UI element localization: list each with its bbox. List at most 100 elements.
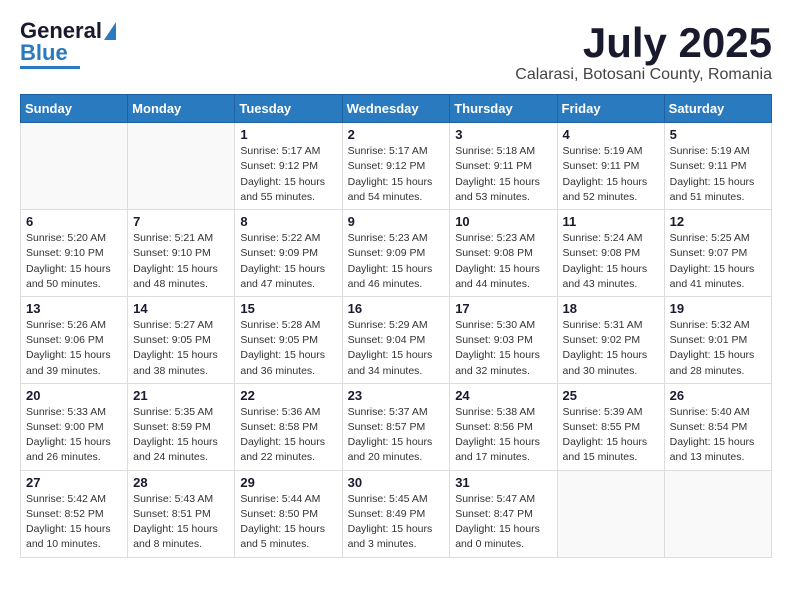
day-number: 1 xyxy=(240,127,336,142)
day-info: Sunrise: 5:43 AM Sunset: 8:51 PM Dayligh… xyxy=(133,492,229,553)
day-number: 19 xyxy=(670,301,766,316)
day-number: 23 xyxy=(348,388,445,403)
calendar-table: Sunday Monday Tuesday Wednesday Thursday… xyxy=(20,94,772,557)
calendar-day-cell xyxy=(557,470,664,557)
day-number: 13 xyxy=(26,301,122,316)
calendar-day-cell: 7Sunrise: 5:21 AM Sunset: 9:10 PM Daylig… xyxy=(128,210,235,297)
calendar-day-cell xyxy=(128,123,235,210)
day-info: Sunrise: 5:45 AM Sunset: 8:49 PM Dayligh… xyxy=(348,492,445,553)
day-info: Sunrise: 5:47 AM Sunset: 8:47 PM Dayligh… xyxy=(455,492,551,553)
day-number: 12 xyxy=(670,214,766,229)
calendar-day-cell: 5 Sunrise: 5:19 AM Sunset: 9:11 PM Daylig… xyxy=(664,123,771,210)
day-info: Sunrise: 5:25 AM Sunset: 9:07 PM Dayligh… xyxy=(670,231,766,292)
day-number: 24 xyxy=(455,388,551,403)
day-info: Sunrise: 5:31 AM Sunset: 9:02 PM Dayligh… xyxy=(563,318,659,379)
day-info: Sunrise: 5:37 AM Sunset: 8:57 PM Dayligh… xyxy=(348,405,445,466)
logo-blue: Blue xyxy=(20,42,68,64)
calendar-week-row: 20Sunrise: 5:33 AM Sunset: 9:00 PM Dayli… xyxy=(21,383,772,470)
location-subtitle: Calarasi, Botosani County, Romania xyxy=(515,66,772,84)
calendar-day-cell: 26 Sunrise: 5:40 AM Sunset: 8:54 PM Dayli… xyxy=(664,383,771,470)
col-wednesday: Wednesday xyxy=(342,95,450,123)
calendar-day-cell: 15 Sunrise: 5:28 AM Sunset: 9:05 PM Dayli… xyxy=(235,296,342,383)
logo: General Blue xyxy=(20,20,116,69)
calendar-day-cell: 24 Sunrise: 5:38 AM Sunset: 8:56 PM Dayli… xyxy=(450,383,557,470)
calendar-week-row: 1 Sunrise: 5:17 AM Sunset: 9:12 PM Daylig… xyxy=(21,123,772,210)
day-number: 31 xyxy=(455,475,551,490)
day-number: 2 xyxy=(348,127,445,142)
day-info: Sunrise: 5:24 AM Sunset: 9:08 PM Dayligh… xyxy=(563,231,659,292)
day-info: Sunrise: 5:40 AM Sunset: 8:54 PM Dayligh… xyxy=(670,405,766,466)
logo-general: General xyxy=(20,20,102,42)
day-info: Sunrise: 5:35 AM Sunset: 8:59 PM Dayligh… xyxy=(133,405,229,466)
day-number: 20 xyxy=(26,388,122,403)
calendar-day-cell: 25Sunrise: 5:39 AM Sunset: 8:55 PM Dayli… xyxy=(557,383,664,470)
day-info: Sunrise: 5:27 AM Sunset: 9:05 PM Dayligh… xyxy=(133,318,229,379)
calendar-day-cell: 27Sunrise: 5:42 AM Sunset: 8:52 PM Dayli… xyxy=(21,470,128,557)
day-number: 18 xyxy=(563,301,659,316)
day-number: 30 xyxy=(348,475,445,490)
calendar-day-cell: 2 Sunrise: 5:17 AM Sunset: 9:12 PM Daylig… xyxy=(342,123,450,210)
day-info: Sunrise: 5:20 AM Sunset: 9:10 PM Dayligh… xyxy=(26,231,122,292)
col-monday: Monday xyxy=(128,95,235,123)
calendar-day-cell: 21Sunrise: 5:35 AM Sunset: 8:59 PM Dayli… xyxy=(128,383,235,470)
calendar-day-cell: 12 Sunrise: 5:25 AM Sunset: 9:07 PM Dayli… xyxy=(664,210,771,297)
calendar-day-cell: 30 Sunrise: 5:45 AM Sunset: 8:49 PM Dayli… xyxy=(342,470,450,557)
calendar-day-cell xyxy=(21,123,128,210)
day-info: Sunrise: 5:38 AM Sunset: 8:56 PM Dayligh… xyxy=(455,405,551,466)
day-number: 14 xyxy=(133,301,229,316)
day-number: 11 xyxy=(563,214,659,229)
calendar-day-cell: 31 Sunrise: 5:47 AM Sunset: 8:47 PM Dayli… xyxy=(450,470,557,557)
calendar-day-cell xyxy=(664,470,771,557)
day-number: 4 xyxy=(563,127,659,142)
day-info: Sunrise: 5:36 AM Sunset: 8:58 PM Dayligh… xyxy=(240,405,336,466)
col-thursday: Thursday xyxy=(450,95,557,123)
day-info: Sunrise: 5:44 AM Sunset: 8:50 PM Dayligh… xyxy=(240,492,336,553)
day-info: Sunrise: 5:18 AM Sunset: 9:11 PM Dayligh… xyxy=(455,144,551,205)
day-info: Sunrise: 5:32 AM Sunset: 9:01 PM Dayligh… xyxy=(670,318,766,379)
calendar-week-row: 6 Sunrise: 5:20 AM Sunset: 9:10 PM Daylig… xyxy=(21,210,772,297)
calendar-day-cell: 28 Sunrise: 5:43 AM Sunset: 8:51 PM Dayli… xyxy=(128,470,235,557)
day-number: 3 xyxy=(455,127,551,142)
calendar-day-cell: 19 Sunrise: 5:32 AM Sunset: 9:01 PM Dayli… xyxy=(664,296,771,383)
calendar-day-cell: 9Sunrise: 5:23 AM Sunset: 9:09 PM Daylig… xyxy=(342,210,450,297)
day-number: 26 xyxy=(670,388,766,403)
calendar-day-cell: 6 Sunrise: 5:20 AM Sunset: 9:10 PM Daylig… xyxy=(21,210,128,297)
day-info: Sunrise: 5:19 AM Sunset: 9:11 PM Dayligh… xyxy=(670,144,766,205)
day-number: 10 xyxy=(455,214,551,229)
logo-underline xyxy=(20,66,80,69)
day-number: 5 xyxy=(670,127,766,142)
calendar-day-cell: 17Sunrise: 5:30 AM Sunset: 9:03 PM Dayli… xyxy=(450,296,557,383)
day-info: Sunrise: 5:22 AM Sunset: 9:09 PM Dayligh… xyxy=(240,231,336,292)
col-sunday: Sunday xyxy=(21,95,128,123)
day-info: Sunrise: 5:30 AM Sunset: 9:03 PM Dayligh… xyxy=(455,318,551,379)
calendar-week-row: 13 Sunrise: 5:26 AM Sunset: 9:06 PM Dayli… xyxy=(21,296,772,383)
month-title: July 2025 xyxy=(515,20,772,66)
calendar-day-cell: 18 Sunrise: 5:31 AM Sunset: 9:02 PM Dayli… xyxy=(557,296,664,383)
calendar-day-cell: 23 Sunrise: 5:37 AM Sunset: 8:57 PM Dayli… xyxy=(342,383,450,470)
title-area: July 2025 Calarasi, Botosani County, Rom… xyxy=(515,20,772,84)
day-number: 28 xyxy=(133,475,229,490)
day-info: Sunrise: 5:28 AM Sunset: 9:05 PM Dayligh… xyxy=(240,318,336,379)
day-number: 29 xyxy=(240,475,336,490)
day-number: 27 xyxy=(26,475,122,490)
day-number: 22 xyxy=(240,388,336,403)
day-number: 15 xyxy=(240,301,336,316)
calendar-day-cell: 4Sunrise: 5:19 AM Sunset: 9:11 PM Daylig… xyxy=(557,123,664,210)
day-number: 9 xyxy=(348,214,445,229)
day-number: 25 xyxy=(563,388,659,403)
col-saturday: Saturday xyxy=(664,95,771,123)
calendar-day-cell: 3 Sunrise: 5:18 AM Sunset: 9:11 PM Daylig… xyxy=(450,123,557,210)
day-info: Sunrise: 5:26 AM Sunset: 9:06 PM Dayligh… xyxy=(26,318,122,379)
calendar-day-cell: 13 Sunrise: 5:26 AM Sunset: 9:06 PM Dayli… xyxy=(21,296,128,383)
logo-triangle-icon xyxy=(104,22,116,40)
calendar-day-cell: 8Sunrise: 5:22 AM Sunset: 9:09 PM Daylig… xyxy=(235,210,342,297)
day-number: 16 xyxy=(348,301,445,316)
day-info: Sunrise: 5:17 AM Sunset: 9:12 PM Dayligh… xyxy=(348,144,445,205)
calendar-day-cell: 16Sunrise: 5:29 AM Sunset: 9:04 PM Dayli… xyxy=(342,296,450,383)
col-friday: Friday xyxy=(557,95,664,123)
day-info: Sunrise: 5:21 AM Sunset: 9:10 PM Dayligh… xyxy=(133,231,229,292)
calendar-day-cell: 1Sunrise: 5:17 AM Sunset: 9:12 PM Daylig… xyxy=(235,123,342,210)
calendar-day-cell: 11 Sunrise: 5:24 AM Sunset: 9:08 PM Dayli… xyxy=(557,210,664,297)
calendar-week-row: 27Sunrise: 5:42 AM Sunset: 8:52 PM Dayli… xyxy=(21,470,772,557)
day-number: 6 xyxy=(26,214,122,229)
